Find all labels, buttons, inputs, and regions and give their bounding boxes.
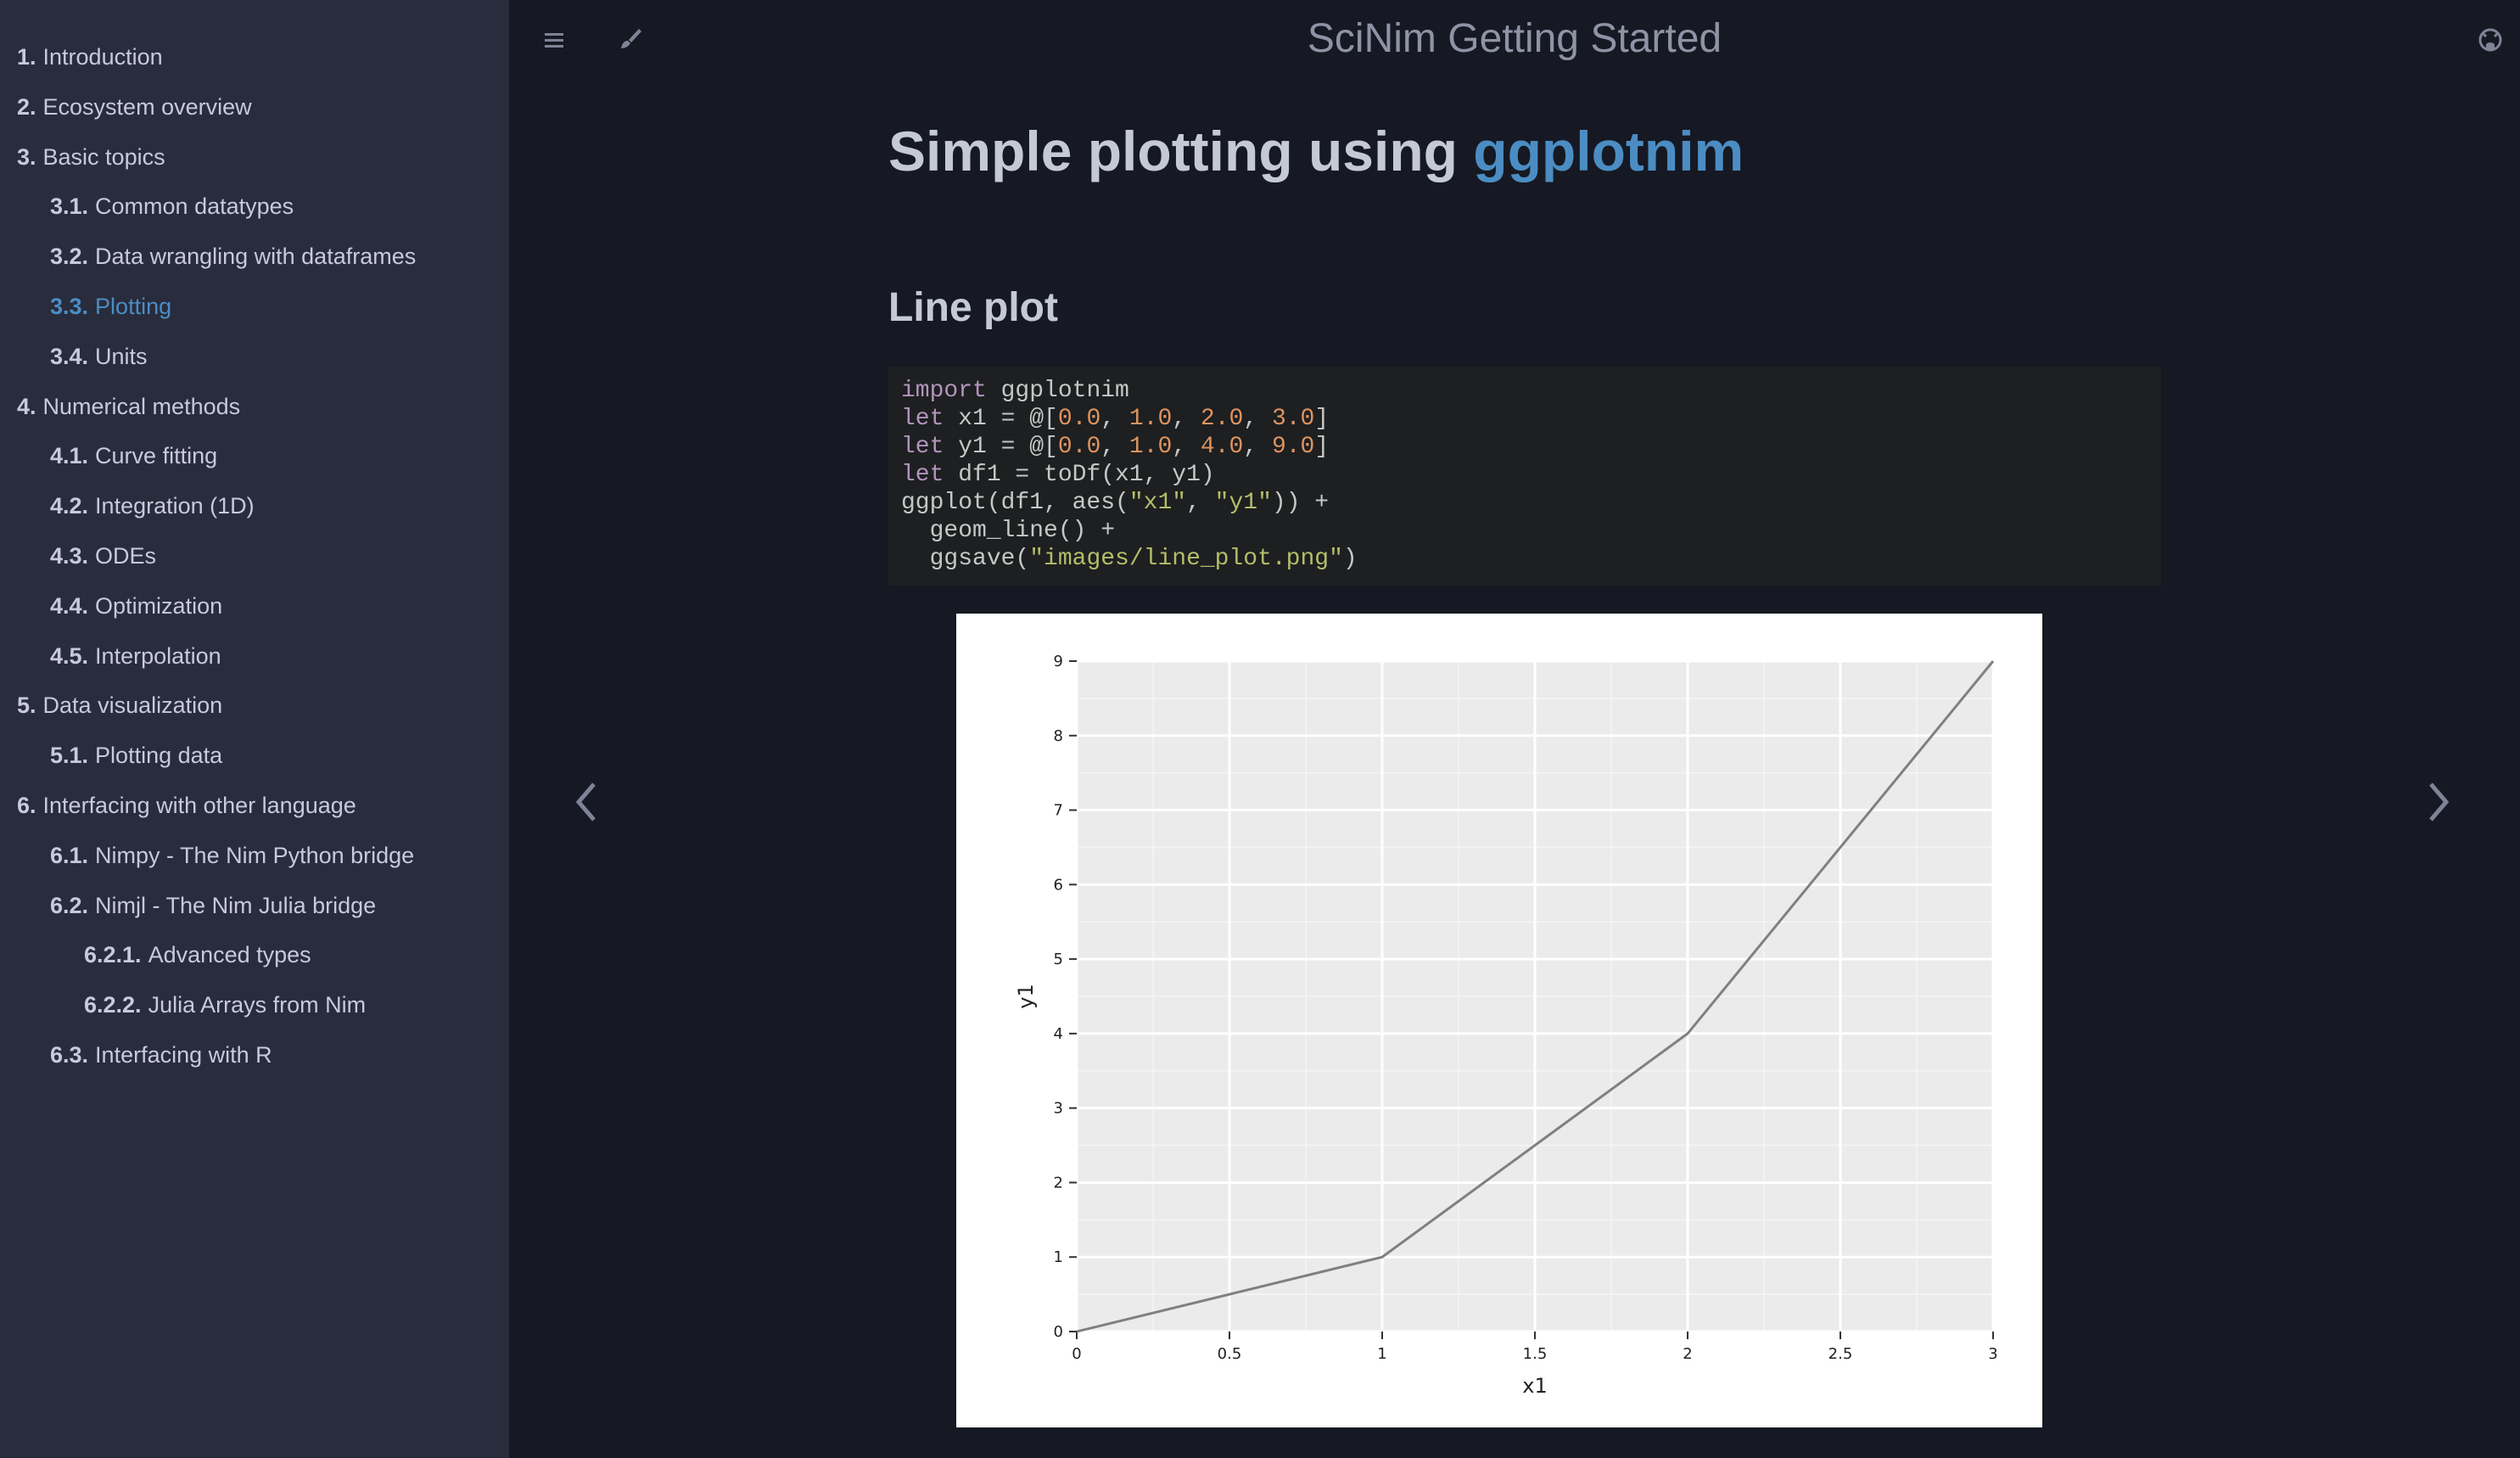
sidebar-item-basic-topics[interactable]: 3. Basic topics [0, 139, 509, 189]
x-tick-label: 2 [1683, 1345, 1692, 1363]
y-tick-label: 0 [1054, 1323, 1063, 1341]
page-title: Simple plotting using ggplotnim [888, 120, 1744, 182]
sidebar-item-common-datatypes[interactable]: 3.1. Common datatypes [0, 188, 509, 238]
sidebar-item-interfacing[interactable]: 6. Interfacing with other language [0, 788, 509, 838]
sidebar-item-interpolation[interactable]: 4.5. Interpolation [0, 638, 509, 688]
sidebar-item-introduction[interactable]: 1. Introduction [0, 39, 509, 89]
sidebar-item-data-visualization[interactable]: 5. Data visualization [0, 687, 509, 737]
sidebar-item-integration[interactable]: 4.2. Integration (1D) [0, 488, 509, 538]
y-axis-label: y1 [1014, 984, 1038, 1008]
sidebar-item-curve-fitting[interactable]: 4.1. Curve fitting [0, 438, 509, 488]
y-tick-label: 5 [1054, 951, 1063, 968]
sidebar-item-numerical-methods[interactable]: 4. Numerical methods [0, 389, 509, 439]
x-tick-label: 2.5 [1828, 1345, 1853, 1363]
y-tick-label: 4 [1054, 1025, 1063, 1043]
x-tick-label: 1.5 [1523, 1345, 1548, 1363]
sidebar-item-data-wrangling[interactable]: 3.2. Data wrangling with dataframes [0, 238, 509, 289]
y-tick-label: 7 [1054, 802, 1063, 820]
paintbrush-icon[interactable] [609, 19, 652, 61]
y-tick-label: 3 [1054, 1100, 1063, 1118]
next-chapter-button[interactable] [2412, 772, 2463, 832]
sidebar-item-ecosystem-overview[interactable]: 2. Ecosystem overview [0, 89, 509, 139]
y-tick-label: 6 [1054, 876, 1063, 894]
sidebar-item-odes[interactable]: 4.3. ODEs [0, 538, 509, 588]
x-tick-label: 3 [1988, 1345, 1997, 1363]
sidebar-item-nimpy[interactable]: 6.1. Nimpy - The Nim Python bridge [0, 838, 509, 888]
y-tick-label: 8 [1054, 727, 1063, 745]
book-title: SciNim Getting Started [1307, 16, 1722, 61]
y-tick-label: 2 [1054, 1174, 1063, 1192]
sidebar-item-optimization[interactable]: 4.4. Optimization [0, 588, 509, 638]
chevron-right-icon [2429, 782, 2450, 822]
sidebar-item-nimjl[interactable]: 6.2. Nimjl - The Nim Julia bridge [0, 888, 509, 938]
sidebar-item-plotting-data[interactable]: 5.1. Plotting data [0, 737, 509, 788]
section-title: Line plot [888, 285, 1058, 330]
sidebar-item-plotting[interactable]: 3.3. Plotting [0, 289, 509, 339]
sidebar: 1. Introduction 2. Ecosystem overview 3. Ba… [0, 0, 509, 1458]
x-tick-label: 1 [1377, 1345, 1386, 1363]
y-tick-label: 1 [1054, 1248, 1063, 1266]
hamburger-menu-icon[interactable] [533, 19, 575, 61]
sidebar-item-interfacing-r[interactable]: 6.3. Interfacing with R [0, 1037, 509, 1087]
chevron-left-icon [575, 782, 596, 822]
x-axis-label: x1 [1522, 1374, 1547, 1398]
ggplotnim-link[interactable]: ggplotnim [1473, 120, 1744, 182]
sidebar-item-units[interactable]: 3.4. Units [0, 339, 509, 389]
x-tick-label: 0.5 [1218, 1345, 1242, 1363]
sidebar-item-julia-arrays[interactable]: 6.2.2. Julia Arrays from Nim [0, 987, 509, 1037]
y-tick-label: 9 [1054, 653, 1063, 670]
sidebar-item-advanced-types[interactable]: 6.2.1. Advanced types [0, 937, 509, 987]
line-plot-image: 0 0.5 1 1.5 2 2.5 3 0 1 2 3 4 5 6 7 8 9 x1 y1 [956, 614, 2042, 1427]
x-tick-label: 0 [1072, 1345, 1081, 1363]
line-plot-chart: 0 0.5 1 1.5 2 2.5 3 0 1 2 3 4 5 6 7 8 9 x1 y1 [1014, 653, 1998, 1398]
code-block: import ggplotnim let x1 = @[0.0, 1.0, 2.… [888, 367, 2161, 586]
menu-bar: SciNim Getting Started [509, 0, 2520, 81]
previous-chapter-button[interactable] [562, 772, 613, 832]
github-icon[interactable] [2469, 19, 2512, 61]
